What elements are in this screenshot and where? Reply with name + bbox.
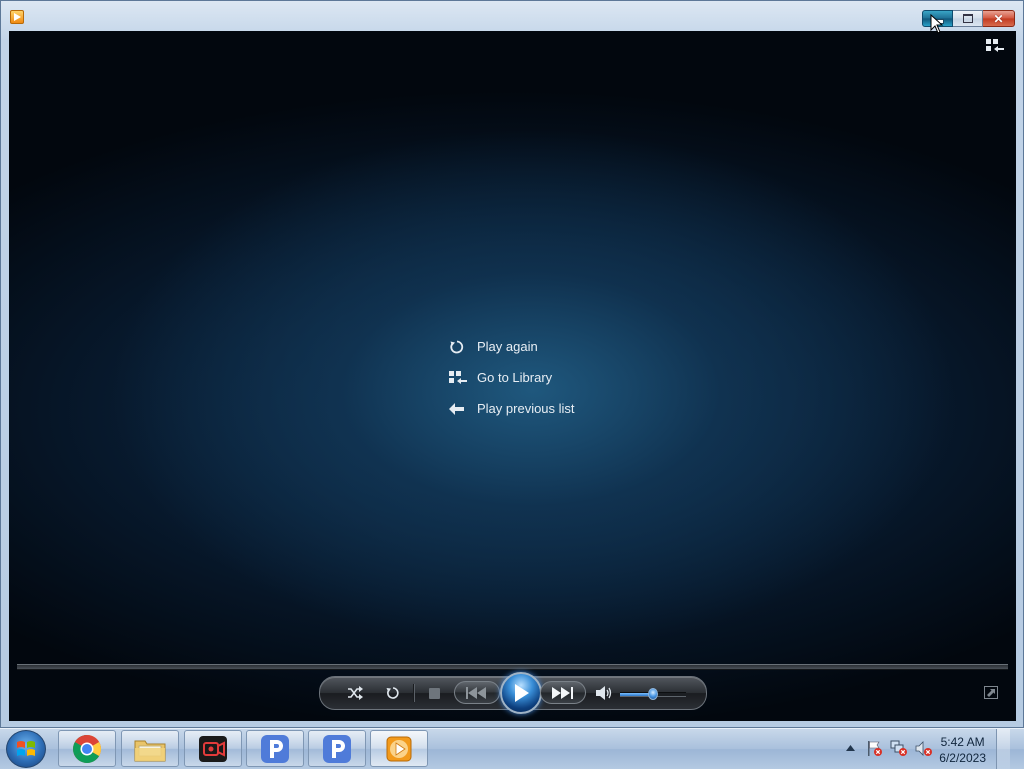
- notification-area: 5:42 AM 6/2/2023: [840, 729, 1010, 769]
- network-disconnected-icon[interactable]: [890, 740, 908, 757]
- volume-slider[interactable]: [620, 688, 686, 700]
- maximize-button[interactable]: [953, 10, 983, 27]
- taskbar-windows-media-player[interactable]: [370, 730, 428, 767]
- shuffle-icon: [348, 686, 363, 700]
- play-button[interactable]: [500, 672, 542, 714]
- volume-knob[interactable]: [648, 688, 658, 700]
- close-icon: ✕: [993, 11, 1004, 26]
- maximize-icon: [962, 14, 973, 23]
- next-button[interactable]: [540, 681, 586, 704]
- now-playing-area: Play again Go to Library Play previous l…: [9, 31, 1016, 721]
- play-again-option[interactable]: Play again: [449, 331, 575, 362]
- media-player-window: ✕ Play again Go to Library Play previous…: [0, 0, 1024, 728]
- go-to-library-label: Go to Library: [477, 370, 553, 385]
- fullscreen-button[interactable]: [984, 686, 998, 699]
- taskbar-file-explorer[interactable]: [121, 730, 179, 767]
- p-app-icon: [323, 734, 351, 763]
- title-bar[interactable]: ✕: [1, 1, 1023, 31]
- play-previous-list-option[interactable]: Play previous list: [449, 393, 575, 424]
- volume-muted-icon[interactable]: [915, 740, 933, 757]
- end-of-playback-options: Play again Go to Library Play previous l…: [449, 331, 575, 424]
- clock-time: 5:42 AM: [940, 735, 985, 749]
- play-icon: [515, 684, 529, 702]
- switch-to-library-icon: [986, 39, 1004, 52]
- library-icon: [449, 370, 467, 384]
- windows-media-player-icon: [10, 10, 24, 24]
- stop-button[interactable]: [422, 677, 446, 709]
- go-to-library-option[interactable]: Go to Library: [449, 362, 575, 393]
- taskbar-chrome[interactable]: [58, 730, 116, 767]
- repeat-icon: [386, 687, 399, 699]
- action-center-flag-icon[interactable]: [866, 740, 883, 757]
- taskbar-app-p-1[interactable]: [246, 730, 304, 767]
- taskbar-screen-recorder[interactable]: [184, 730, 242, 767]
- speaker-icon: [596, 686, 612, 700]
- fullscreen-icon: [984, 686, 998, 699]
- windows-logo-icon: [17, 741, 35, 756]
- replay-icon: [450, 340, 464, 353]
- p-app-icon: [261, 734, 289, 763]
- start-button[interactable]: [6, 730, 46, 768]
- seek-bar[interactable]: [17, 664, 1008, 670]
- previous-icon: [466, 686, 486, 699]
- back-arrow-icon: [449, 402, 464, 415]
- recorder-icon: [199, 735, 227, 762]
- show-hidden-icons-icon[interactable]: [846, 745, 855, 751]
- folder-icon: [134, 740, 166, 761]
- next-icon: [552, 686, 573, 699]
- repeat-button[interactable]: [380, 677, 406, 709]
- chrome-icon: [73, 734, 101, 763]
- close-button[interactable]: ✕: [983, 10, 1015, 27]
- playback-controls: [319, 672, 707, 714]
- play-previous-list-label: Play previous list: [477, 401, 575, 416]
- switch-to-library-button[interactable]: [986, 39, 1004, 55]
- play-again-label: Play again: [477, 339, 538, 354]
- stop-icon: [428, 687, 440, 699]
- mouse-cursor-icon: [930, 14, 944, 34]
- taskbar: 5:42 AM 6/2/2023: [0, 728, 1024, 769]
- separator: [413, 684, 415, 702]
- windows-media-player-icon: [386, 736, 412, 761]
- system-clock[interactable]: 5:42 AM 6/2/2023: [939, 734, 986, 766]
- mute-button[interactable]: [591, 677, 617, 709]
- taskbar-app-p-2[interactable]: [308, 730, 366, 767]
- shuffle-button[interactable]: [342, 677, 368, 709]
- show-desktop-button[interactable]: [996, 729, 1010, 769]
- clock-date: 6/2/2023: [939, 751, 986, 765]
- previous-button[interactable]: [454, 681, 500, 704]
